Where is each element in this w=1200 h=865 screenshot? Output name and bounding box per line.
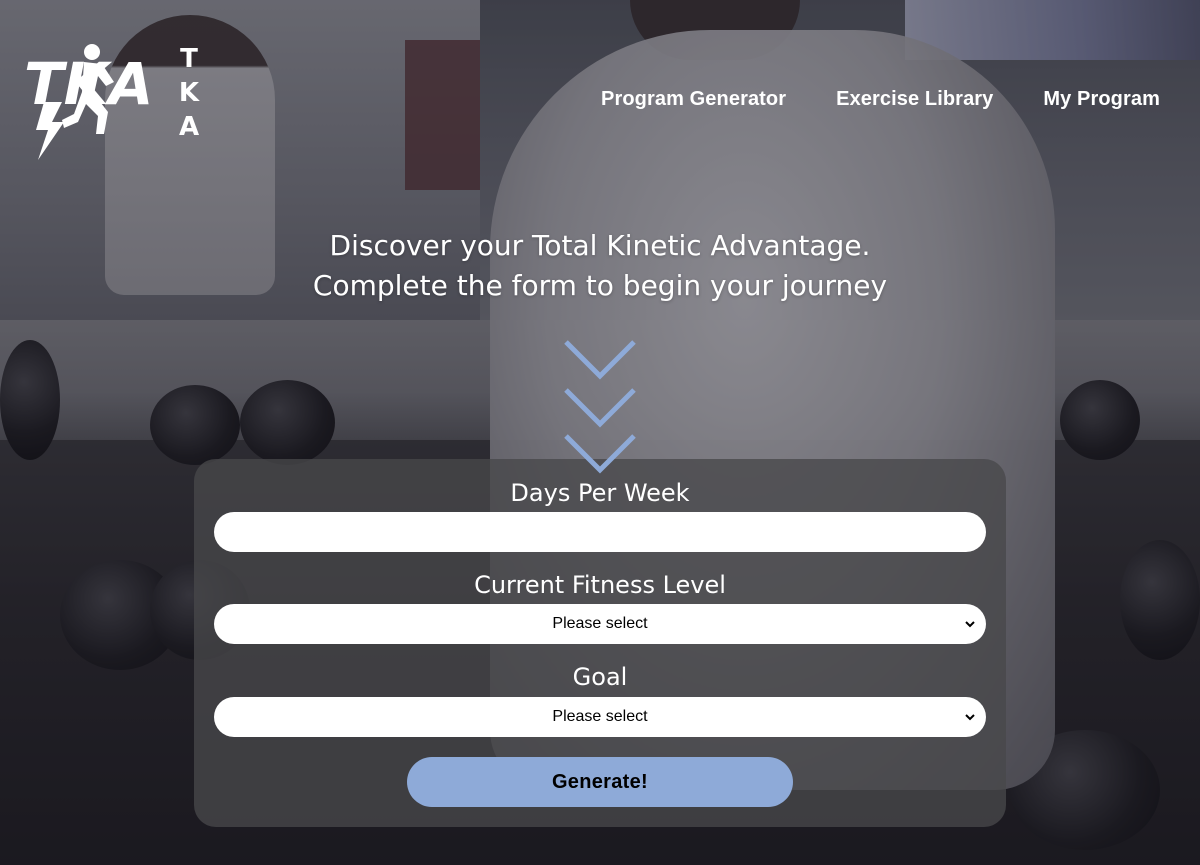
hero-text: Discover your Total Kinetic Advantage. C… <box>0 226 1200 306</box>
generate-button[interactable]: Generate! <box>407 757 793 807</box>
hero-line-1: Discover your Total Kinetic Advantage. <box>329 229 871 262</box>
logo-letter: A <box>178 112 200 142</box>
select-caret-icon <box>965 621 975 628</box>
select-caret-icon <box>965 714 975 721</box>
hero-line-2: Complete the form to begin your journey <box>312 269 888 302</box>
program-form: Days Per Week Current Fitness Level Plea… <box>194 459 1006 827</box>
nav-my-program[interactable]: My Program <box>1043 88 1160 111</box>
nav-exercise-library[interactable]: Exercise Library <box>836 88 993 111</box>
logo-runner-icon: TKA <box>24 44 152 160</box>
fitness-level-select[interactable]: Please select <box>214 604 986 644</box>
main-nav: Program Generator Exercise Library My Pr… <box>601 88 1160 111</box>
chevron-down-icon <box>564 340 636 474</box>
logo-letter: K <box>178 78 200 108</box>
brand-logo[interactable]: TKA T K A <box>22 42 212 162</box>
days-per-week-input[interactable] <box>214 512 986 552</box>
fitness-level-label: Current Fitness Level <box>474 571 726 599</box>
nav-program-generator[interactable]: Program Generator <box>601 88 786 111</box>
logo-letters: T K A <box>178 44 200 142</box>
goal-value: Please select <box>552 708 648 725</box>
fitness-level-value: Please select <box>552 615 648 632</box>
goal-select[interactable]: Please select <box>214 697 986 737</box>
logo-letter: T <box>180 44 198 74</box>
days-per-week-label: Days Per Week <box>510 479 690 507</box>
goal-label: Goal <box>572 663 628 691</box>
